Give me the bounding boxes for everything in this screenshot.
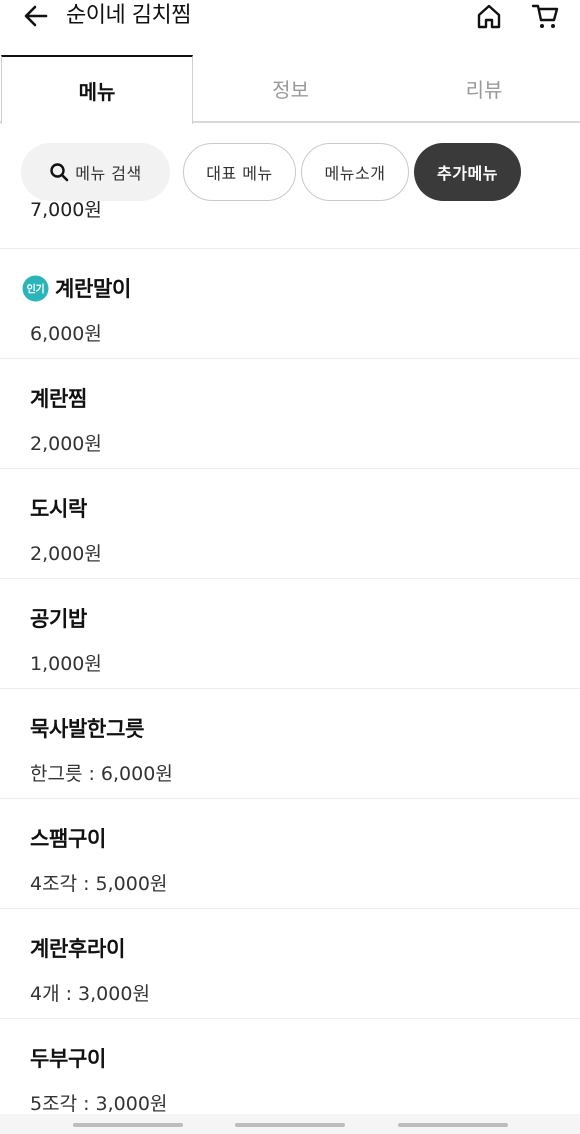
popular-badge-icon: 인기 <box>22 275 49 302</box>
top-app-bar: 순이네 김치찜 <box>0 0 580 56</box>
home-button[interactable] <box>472 0 506 32</box>
list-item[interactable]: 도시락 2,000원 <box>0 469 580 579</box>
menu-item-price: 2,000원 <box>30 433 102 455</box>
menu-item-name: 계란찜 <box>30 387 88 411</box>
search-icon <box>50 163 69 182</box>
menu-item-name: 계란후라이 <box>30 937 126 961</box>
menu-item-price: 1,000원 <box>30 653 102 675</box>
menu-item-price: 2,000원 <box>30 543 102 565</box>
list-item[interactable]: 묵사발한그릇 한그릇 : 6,000원 <box>0 689 580 799</box>
chip-menu-intro[interactable]: 메뉴소개 <box>301 143 409 201</box>
nav-recents-handle[interactable] <box>73 1123 183 1127</box>
home-icon <box>477 4 501 29</box>
menu-search-label: 메뉴 검색 <box>75 164 142 183</box>
menu-item-name: 공기밥 <box>30 607 88 631</box>
menu-item-name: 묵사발한그릇 <box>30 717 145 741</box>
menu-item-price: 한그릇 : 6,000원 <box>30 763 173 785</box>
partial-price: 7,000원 <box>30 201 102 221</box>
popular-badge-label: 인기 <box>27 282 45 295</box>
menu-item-name: 두부구이 <box>30 1047 107 1071</box>
nav-back-handle[interactable] <box>398 1123 508 1127</box>
menu-item-name: 도시락 <box>30 497 88 521</box>
list-item[interactable]: 공기밥 1,000원 <box>0 579 580 689</box>
list-item-partial: 7,000원 <box>0 201 580 249</box>
list-item[interactable]: 인기 계란말이 6,000원 <box>0 249 580 359</box>
store-title: 순이네 김치찜 <box>66 3 191 28</box>
menu-item-name: 계란말이 <box>55 277 132 301</box>
chip-extra-menu[interactable]: 추가메뉴 <box>414 143 521 201</box>
system-navigation-bar <box>0 1114 580 1134</box>
menu-list: 7,000원 인기 계란말이 6,000원 계란찜 2,000원 도시락 2,0… <box>0 201 580 1114</box>
tab-review[interactable]: 리뷰 <box>388 55 580 122</box>
menu-item-name-wrap: 인기 계란말이 <box>22 273 132 303</box>
tab-menu[interactable]: 메뉴 <box>1 55 193 124</box>
chip-representative-menu[interactable]: 대표 메뉴 <box>183 143 296 201</box>
list-item[interactable]: 계란찜 2,000원 <box>0 359 580 469</box>
list-item[interactable]: 계란후라이 4개 : 3,000원 <box>0 909 580 1019</box>
menu-item-name: 스팸구이 <box>30 827 107 851</box>
menu-item-price: 6,000원 <box>30 323 102 345</box>
list-item[interactable]: 스팸구이 4조각 : 5,000원 <box>0 799 580 909</box>
tab-info[interactable]: 정보 <box>194 55 387 122</box>
cart-button[interactable] <box>528 0 562 32</box>
cart-icon <box>531 4 559 28</box>
menu-search-chip[interactable]: 메뉴 검색 <box>21 143 170 201</box>
menu-item-price: 4개 : 3,000원 <box>30 983 150 1005</box>
arrow-left-icon <box>24 5 48 27</box>
tab-bar: 메뉴 정보 리뷰 <box>0 55 580 124</box>
back-button[interactable] <box>20 2 52 30</box>
menu-item-price: 5조각 : 3,000원 <box>30 1093 168 1114</box>
menu-filter-chips: 메뉴 검색 대표 메뉴 메뉴소개 추가메뉴 <box>0 143 580 201</box>
list-item[interactable]: 두부구이 5조각 : 3,000원 <box>0 1019 580 1114</box>
nav-home-handle[interactable] <box>235 1123 345 1127</box>
menu-item-price: 4조각 : 5,000원 <box>30 873 168 895</box>
